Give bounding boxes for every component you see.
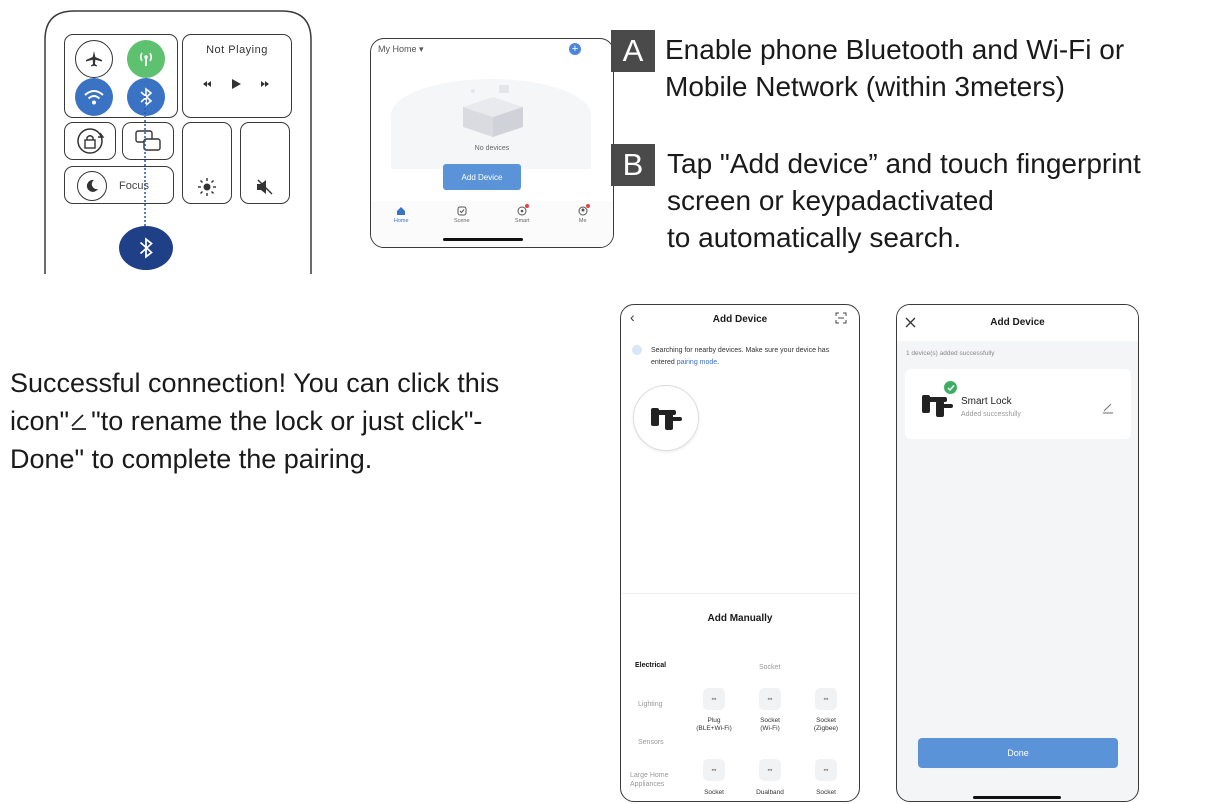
scan-icon[interactable] [835, 312, 847, 324]
found-device-avatar[interactable] [633, 385, 699, 451]
bluetooth-highlight [119, 226, 173, 270]
notification-dot [585, 204, 590, 208]
brightness-icon [198, 178, 216, 196]
device-name: Smart Lock [961, 396, 1012, 407]
category-electrical[interactable]: Electrical [635, 662, 666, 669]
info-line-1: Successful connection! You can click thi… [10, 368, 500, 398]
control-center-illustration: Not Playing Focus [44, 10, 312, 274]
add-manually-title: Add Manually [707, 613, 773, 624]
step-a-text: Enable phone Bluetooth and Wi-Fi or Mobi… [665, 34, 1125, 102]
device-caption: Socket [816, 789, 836, 796]
socket-icon[interactable]: ▪▪ [703, 759, 725, 781]
pencil-icon[interactable] [1101, 401, 1115, 415]
tab-home[interactable]: Home [381, 206, 421, 232]
bluetooth-icon-large [139, 237, 153, 259]
device-card: Smart Lock Added successfully [905, 369, 1131, 439]
socket-icon[interactable]: ▪▪ [815, 759, 837, 781]
divider [621, 593, 859, 594]
empty-box-icon [463, 85, 523, 137]
info-line-2: icon" "to rename the lock or just click"- [10, 402, 482, 440]
airplane-mode-button[interactable] [75, 40, 113, 78]
category-large-appliances[interactable]: Large Home Appliances [630, 771, 682, 789]
rewind-icon [203, 81, 211, 87]
tab-me[interactable]: Me [563, 204, 603, 232]
now-playing-tile: Not Playing [182, 34, 292, 118]
dotted-connector [144, 96, 146, 230]
category-lighting[interactable]: Lighting [638, 701, 663, 708]
socket-icon[interactable]: ▪▪ [815, 688, 837, 710]
media-controls[interactable] [201, 77, 273, 91]
rotation-lock-button[interactable] [64, 122, 116, 160]
home-icon [397, 207, 406, 215]
device-status: Added successfully [961, 411, 1021, 418]
wifi-icon [84, 90, 104, 105]
antenna-icon [139, 52, 153, 66]
info-line-2b: "to rename the lock or just click"- [91, 406, 483, 436]
mute-icon [257, 179, 273, 195]
now-playing-label: Not Playing [206, 44, 268, 56]
info-line-2a: icon" [10, 406, 70, 436]
moon-icon-wrap [77, 171, 107, 201]
device-caption: Socket (Zigbee) [813, 717, 839, 732]
section-socket-label: Socket [759, 664, 781, 671]
tab-label: Smart [514, 218, 530, 224]
lock-handle-icon [651, 408, 682, 430]
home-title[interactable]: My Home ▾ [378, 44, 424, 55]
device-caption: Socket (Wi-Fi) [760, 717, 780, 732]
play-icon [232, 79, 241, 89]
pairing-mode-link[interactable]: pairing mode [677, 359, 717, 366]
tab-scene[interactable]: Scene [442, 206, 482, 232]
scene-icon [457, 206, 467, 216]
home-indicator [443, 238, 523, 241]
search-title: Add Device [712, 314, 768, 325]
socket-icon[interactable]: ▪▪ [759, 688, 781, 710]
add-device-button[interactable]: Add Device [443, 164, 521, 190]
device-caption: Plug (BLE+Wi-Fi) [696, 717, 732, 732]
searching-message: Searching for nearby devices. Make sure … [651, 347, 830, 366]
step-b-text: Tap "Add device” and touch fingerprint s… [667, 148, 1141, 253]
search-screen: ‹ Add Device Searching for nearby device… [620, 304, 860, 802]
category-sensors[interactable]: Sensors [638, 739, 664, 746]
rotation-lock-icon [77, 128, 105, 154]
notification-dot [525, 204, 530, 208]
cellular-data-button[interactable] [127, 40, 165, 78]
socket-icon[interactable]: ▪▪ [703, 688, 725, 710]
wifi-button[interactable] [75, 78, 113, 116]
step-b-badge: B [611, 144, 655, 186]
device-caption: Dualband [756, 789, 784, 796]
tab-label: Scene [453, 218, 470, 224]
pencil-icon [71, 414, 87, 430]
home-screen: My Home ▾ + No devices Add Device Home S… [370, 38, 614, 248]
info-line-3: Done" to complete the pairing. [10, 444, 373, 474]
check-badge-icon [944, 381, 957, 394]
done-button[interactable]: Done [918, 738, 1118, 768]
focus-button[interactable]: Focus [64, 166, 174, 204]
tab-label: Home [393, 218, 409, 224]
done-title: Add Device [990, 317, 1045, 328]
done-screen: Add Device 1 device(s) added successfull… [896, 304, 1139, 802]
tab-smart[interactable]: Smart [502, 204, 542, 232]
add-icon[interactable]: + [569, 43, 581, 55]
volume-slider[interactable] [240, 122, 290, 204]
added-count: 1 device(s) added successfully [906, 350, 995, 357]
socket-icon[interactable]: ▪▪ [759, 759, 781, 781]
step-a-badge: A [611, 30, 655, 72]
fast-forward-icon [261, 81, 269, 87]
empty-text: No devices [474, 145, 510, 152]
tab-list: Home Scene Smart Me [371, 204, 613, 232]
moon-icon [86, 179, 98, 192]
airplane-icon [86, 51, 102, 67]
lock-handle-icon [922, 395, 953, 417]
tab-label: Me [578, 218, 587, 224]
home-indicator [973, 796, 1061, 799]
searching-spinner [632, 345, 642, 355]
device-caption: Socket [704, 789, 724, 796]
brightness-slider[interactable] [182, 122, 232, 204]
